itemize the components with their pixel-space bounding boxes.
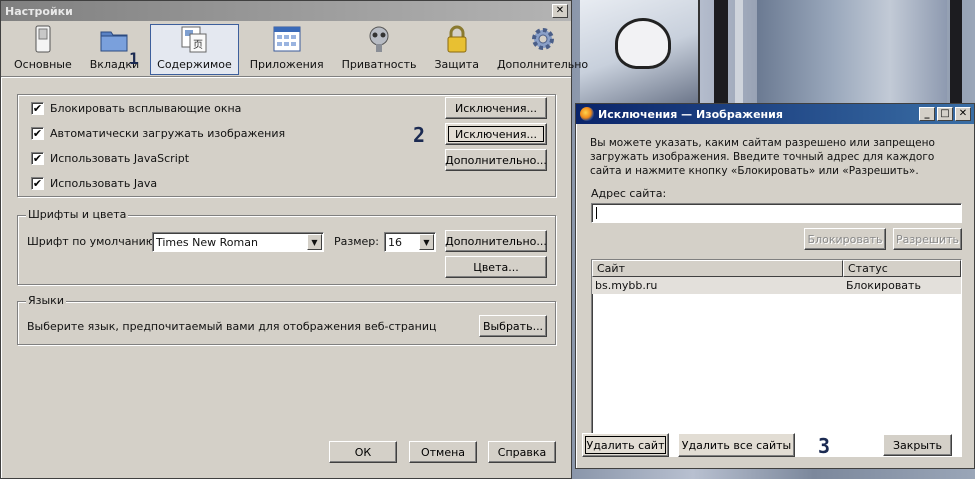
tab-advanced[interactable]: Дополнительно — [490, 24, 595, 75]
site-address-label: Адрес сайта: — [591, 187, 667, 200]
close-icon: ✕ — [555, 5, 565, 16]
site-address-input[interactable] — [591, 203, 962, 223]
close-button[interactable]: ✕ — [955, 107, 971, 121]
tab-applications[interactable]: Приложения — [243, 24, 331, 75]
table-row[interactable]: bs.mybb.ru Блокировать — [592, 277, 961, 294]
fonts-advanced-button[interactable]: Дополнительно... — [445, 230, 547, 252]
font-size-value: 16 — [388, 235, 402, 249]
chevron-down-icon[interactable]: ▼ — [307, 234, 322, 250]
javascript-advanced-button[interactable]: Дополнительно... — [445, 149, 547, 171]
languages-group: Языки Выберите язык, предпочитаемый вами… — [17, 294, 556, 345]
exceptions-list[interactable]: Сайт Статус bs.mybb.ru Блокировать — [591, 259, 962, 457]
block-button[interactable]: Блокировать — [804, 228, 886, 250]
checkbox-block-popups[interactable]: ✔ Блокировать всплывающие окна — [31, 102, 241, 115]
exceptions-title: Исключения — Изображения — [598, 107, 783, 121]
exceptions-titlebar[interactable]: Исключения — Изображения _ □ ✕ — [576, 104, 974, 124]
wallpaper-stripe — [714, 0, 728, 105]
gear-icon — [528, 24, 558, 54]
row-status: Блокировать — [846, 279, 921, 292]
checkbox-java[interactable]: ✔ Использовать Java — [31, 177, 157, 190]
remove-all-sites-button[interactable]: Удалить все сайты — [678, 433, 795, 457]
row-site: bs.mybb.ru — [595, 279, 658, 292]
tab-label: Основные — [14, 58, 72, 71]
exceptions-popups-button[interactable]: Исключения... — [445, 97, 547, 119]
tab-security[interactable]: Защита — [427, 24, 485, 75]
tab-label: Дополнительно — [496, 58, 589, 71]
checkbox[interactable]: ✔ — [31, 152, 44, 165]
help-button[interactable]: Справка — [488, 441, 556, 463]
text-cursor — [596, 207, 597, 219]
font-size-select[interactable]: 16 ▼ — [384, 232, 436, 252]
content-icon: 页 — [179, 24, 209, 54]
default-font-value: Times New Roman — [156, 235, 258, 249]
checkbox-load-images[interactable]: ✔ Автоматически загружать изображения — [31, 127, 285, 140]
default-font-select[interactable]: Times New Roman ▼ — [152, 232, 324, 252]
tab-privacy[interactable]: Приватность — [335, 24, 424, 75]
allow-button[interactable]: Разрешить — [893, 228, 962, 250]
wallpaper-stripe — [735, 0, 743, 105]
colors-button[interactable]: Цвета... — [445, 256, 547, 278]
callout-number-1: 1 — [129, 49, 139, 68]
languages-group-title: Языки — [26, 294, 66, 307]
switch-icon — [28, 24, 58, 54]
settings-title: Настройки — [5, 4, 73, 18]
maximize-button[interactable]: □ — [937, 107, 953, 121]
default-font-label: Шрифт по умолчанию: — [27, 235, 159, 248]
tab-content[interactable]: 页 Содержимое — [150, 24, 239, 75]
wallpaper-panel — [757, 0, 947, 105]
tab-label: Приложения — [249, 58, 324, 71]
fonts-group-title: Шрифты и цвета — [26, 208, 129, 221]
exceptions-window: Исключения — Изображения _ □ ✕ Вы можете… — [575, 103, 975, 469]
choose-language-button[interactable]: Выбрать... — [479, 315, 547, 337]
privacy-mask-icon — [364, 24, 394, 54]
callout-number-3: 3 — [818, 434, 831, 458]
checkbox-javascript[interactable]: ✔ Использовать JavaScript — [31, 152, 189, 165]
close-icon: ✕ — [958, 108, 968, 119]
fonts-group: Шрифты и цвета Шрифт по умолчанию: Times… — [17, 208, 556, 285]
exceptions-description: Вы можете указать, каким сайтам разрешен… — [590, 137, 935, 177]
minimize-icon: _ — [924, 108, 930, 119]
checkbox-label: Автоматически загружать изображения — [50, 127, 286, 140]
tab-label: Приватность — [341, 58, 417, 71]
settings-window: Настройки ✕ Основные Вкладки 页 Содержимо… — [0, 0, 588, 479]
firefox-icon — [580, 107, 594, 121]
checkbox[interactable]: ✔ — [31, 177, 44, 190]
applications-icon — [272, 24, 302, 54]
wallpaper-art — [580, 0, 700, 105]
settings-titlebar[interactable]: Настройки ✕ — [1, 1, 571, 21]
remove-site-button[interactable]: Удалить сайт — [582, 433, 669, 457]
close-button[interactable]: ✕ — [552, 4, 568, 18]
checkbox-label: Использовать Java — [50, 177, 158, 190]
size-label: Размер: — [334, 235, 379, 248]
exceptions-images-button[interactable]: Исключения... — [445, 123, 547, 145]
maximize-icon: □ — [940, 108, 950, 119]
checkbox-label: Использовать JavaScript — [50, 152, 190, 165]
tab-label: Содержимое — [157, 58, 232, 71]
wallpaper-stripe — [950, 0, 962, 105]
content-group: ✔ Блокировать всплывающие окна ✔ Автомат… — [17, 94, 556, 197]
settings-toolbar: Основные Вкладки 页 Содержимое Приложения… — [1, 21, 588, 77]
close-dialog-button[interactable]: Закрыть — [883, 434, 952, 456]
tab-label: Защита — [434, 58, 479, 71]
folder-tabs-icon — [99, 24, 129, 54]
cancel-button[interactable]: Отмена — [409, 441, 477, 463]
languages-description: Выберите язык, предпочитаемый вами для о… — [27, 320, 437, 333]
checkbox[interactable]: ✔ — [31, 102, 44, 115]
callout-number-2: 2 — [413, 123, 426, 147]
checkbox[interactable]: ✔ — [31, 127, 44, 140]
chevron-down-icon[interactable]: ▼ — [419, 234, 434, 250]
list-header: Сайт Статус — [592, 260, 961, 277]
column-header-site[interactable]: Сайт — [592, 260, 843, 277]
ok-button[interactable]: ОК — [329, 441, 397, 463]
column-header-status[interactable]: Статус — [843, 260, 961, 277]
tab-general[interactable]: Основные — [7, 24, 79, 75]
lock-icon — [442, 24, 472, 54]
minimize-button[interactable]: _ — [919, 107, 935, 121]
checkbox-label: Блокировать всплывающие окна — [50, 102, 242, 115]
svg-text:页: 页 — [193, 39, 203, 51]
